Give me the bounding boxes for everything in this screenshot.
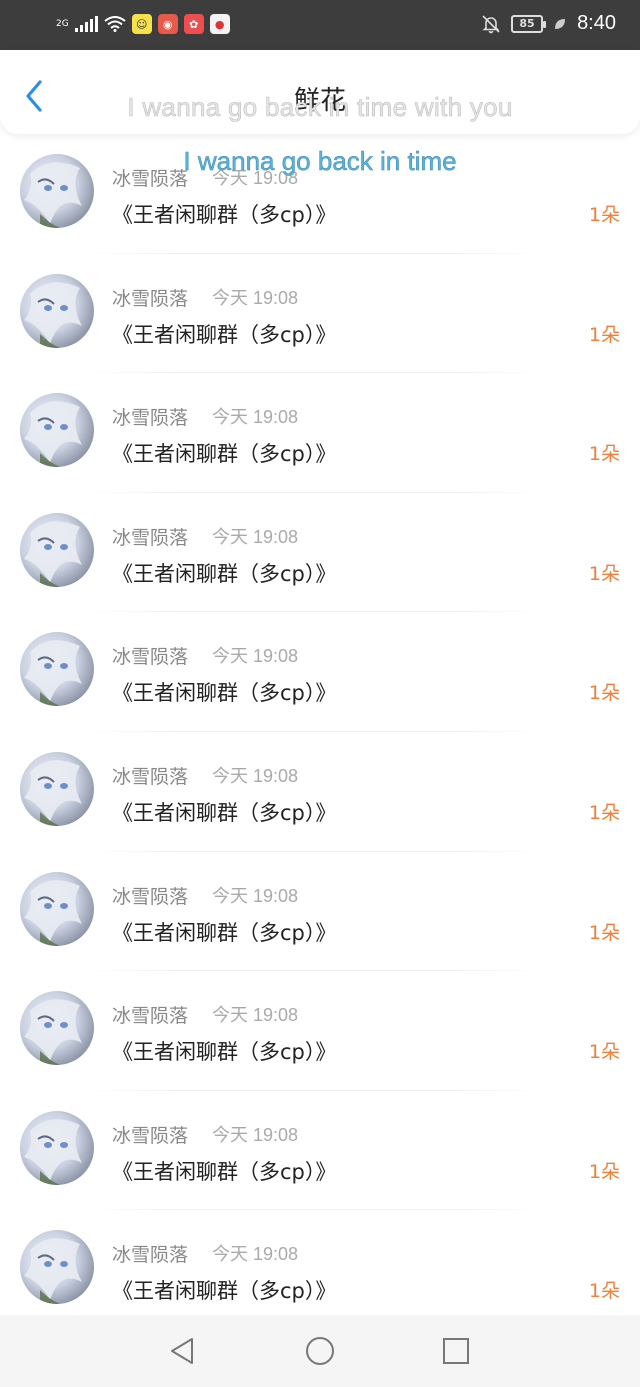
flower-count: 1朵	[588, 204, 620, 226]
timestamp: 今天 19:08	[212, 1124, 299, 1145]
list-item[interactable]: 冰雪陨落 今天 19:08 《王者闲聊群（多cp）》 1朵	[0, 493, 640, 613]
flower-count: 1朵	[588, 1160, 620, 1183]
timestamp: 今天 19:08	[212, 287, 299, 308]
flower-count: 1朵	[588, 921, 620, 944]
message-text: 《王者闲聊群（多cp）》	[112, 1279, 337, 1304]
network-type: 2G	[56, 18, 69, 29]
page-title: 鲜花	[293, 86, 346, 116]
leaf-icon	[555, 18, 566, 29]
sender-name: 冰雪陨落	[112, 168, 189, 190]
timestamp: 今天 19:08	[212, 526, 299, 547]
list-item[interactable]: 冰雪陨落 今天 19:08 《王者闲聊群（多cp）》 1朵	[0, 971, 640, 1091]
message-text: 《王者闲聊群（多cp）》	[112, 322, 337, 347]
wifi-icon	[104, 16, 126, 32]
timestamp: 今天 19:08	[212, 765, 299, 786]
avatar[interactable]	[20, 393, 94, 468]
back-triangle-icon[interactable]	[166, 1335, 198, 1367]
recents-square-icon[interactable]	[440, 1335, 472, 1367]
timestamp: 今天 19:08	[212, 168, 299, 188]
battery-icon: 85	[511, 14, 547, 33]
app-icon-3: ✿	[183, 14, 204, 34]
flower-list: 冰雪陨落 今天 19:08 《王者闲聊群（多cp）》 1朵 冰雪陨落 今天 19…	[0, 134, 640, 1330]
app-icon-4: ●	[209, 14, 230, 34]
message-text: 《王者闲聊群（多cp）》	[112, 442, 337, 467]
avatar[interactable]	[20, 751, 94, 826]
avatar[interactable]	[20, 991, 94, 1066]
timestamp: 今天 19:08	[212, 885, 299, 906]
flower-count: 1朵	[588, 801, 620, 824]
list-item[interactable]: 冰雪陨落 今天 19:08 《王者闲聊群（多cp）》 1朵	[0, 134, 640, 254]
clock: 8:40	[577, 12, 616, 34]
avatar[interactable]	[20, 154, 94, 228]
message-text: 《王者闲聊群（多cp）》	[112, 681, 337, 706]
avatar[interactable]	[20, 1230, 94, 1305]
avatar[interactable]	[20, 1110, 94, 1185]
flower-count: 1朵	[588, 682, 620, 705]
flower-count: 1朵	[588, 1041, 620, 1064]
app-icon-1: ☺	[131, 14, 152, 34]
sender-name: 冰雪陨落	[112, 646, 189, 669]
list-item[interactable]: 冰雪陨落 今天 19:08 《王者闲聊群（多cp）》 1朵	[0, 1091, 640, 1211]
sender-name: 冰雪陨落	[112, 287, 189, 310]
list-item[interactable]: 冰雪陨落 今天 19:08 《王者闲聊群（多cp）》 1朵	[0, 852, 640, 972]
sender-name: 冰雪陨落	[112, 1244, 189, 1267]
message-text: 《王者闲聊群（多cp）》	[112, 920, 337, 945]
flower-count: 1朵	[588, 443, 620, 466]
message-text: 《王者闲聊群（多cp）》	[112, 1040, 337, 1065]
list-item[interactable]: 冰雪陨落 今天 19:08 《王者闲聊群（多cp）》 1朵	[0, 612, 640, 732]
timestamp: 今天 19:08	[212, 646, 299, 667]
flower-count: 1朵	[588, 562, 620, 585]
timestamp: 今天 19:08	[212, 1244, 299, 1265]
list-item[interactable]: 冰雪陨落 今天 19:08 《王者闲聊群（多cp）》 1朵	[0, 1210, 640, 1330]
flower-count: 1朵	[588, 1280, 620, 1303]
sender-name: 冰雪陨落	[112, 765, 189, 788]
flower-count: 1朵	[588, 323, 620, 346]
mute-bell-icon	[482, 14, 500, 33]
sender-name: 冰雪陨落	[112, 407, 189, 430]
signal-icon	[74, 16, 98, 32]
nav-bar: 鲜花	[0, 50, 640, 134]
list-item[interactable]: 冰雪陨落 今天 19:08 《王者闲聊群（多cp）》 1朵	[0, 254, 640, 374]
sender-name: 冰雪陨落	[112, 1005, 189, 1028]
sender-name: 冰雪陨落	[112, 1124, 189, 1147]
avatar[interactable]	[20, 273, 94, 348]
message-text: 《王者闲聊群（多cp）》	[112, 561, 337, 586]
avatar[interactable]	[20, 871, 94, 946]
message-text: 《王者闲聊群（多cp）》	[112, 800, 337, 825]
avatar[interactable]	[20, 512, 94, 587]
home-circle-icon[interactable]	[304, 1335, 336, 1367]
sender-name: 冰雪陨落	[112, 885, 189, 908]
system-nav-bar	[0, 1315, 640, 1387]
message-text: 《王者闲聊群（多cp）》	[112, 1159, 337, 1184]
timestamp: 今天 19:08	[212, 1005, 299, 1026]
timestamp: 今天 19:08	[212, 407, 299, 428]
sender-name: 冰雪陨落	[112, 526, 189, 549]
avatar[interactable]	[20, 632, 94, 707]
list-item[interactable]: 冰雪陨落 今天 19:08 《王者闲聊群（多cp）》 1朵	[0, 732, 640, 852]
status-bar: 2G ☺ ◉ ✿ ● 85 8:40	[0, 0, 640, 50]
app-icon-2: ◉	[157, 14, 178, 34]
message-text: 《王者闲聊群（多cp）》	[112, 203, 337, 227]
list-item[interactable]: 冰雪陨落 今天 19:08 《王者闲聊群（多cp）》 1朵	[0, 373, 640, 493]
